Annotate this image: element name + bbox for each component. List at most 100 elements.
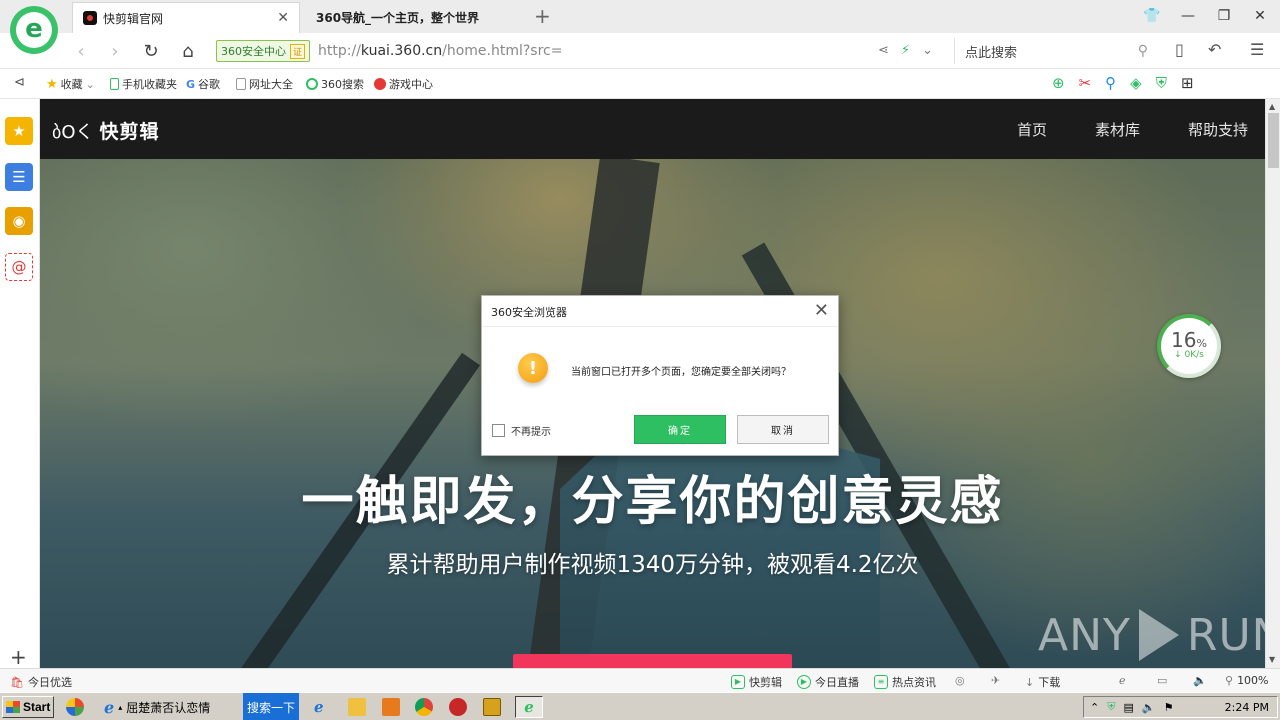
- zoom-icon: ⚲: [1225, 674, 1234, 687]
- tab-close-icon[interactable]: ✕: [277, 10, 289, 26]
- phone-icon: [110, 78, 119, 90]
- scroll-down-icon[interactable]: ▼: [1269, 655, 1275, 664]
- status-kuaijianji[interactable]: ▶ 快剪辑: [731, 674, 782, 690]
- confirm-button[interactable]: 确定: [634, 415, 726, 444]
- minimize-button[interactable]: —: [1170, 4, 1206, 28]
- menu-icon[interactable]: ☰: [1250, 40, 1264, 59]
- zoom-control[interactable]: ⚲ 100%: [1225, 674, 1269, 687]
- bookmark-mobile-favorites[interactable]: 手机收藏夹: [110, 76, 177, 92]
- watermark-right: RUN: [1186, 609, 1265, 661]
- favorites-icon[interactable]: ★: [5, 117, 33, 145]
- nav-material-library[interactable]: 素材库: [1095, 119, 1140, 140]
- colorful-app-icon[interactable]: [66, 698, 84, 716]
- dont-show-again-checkbox[interactable]: 不再提示: [492, 423, 551, 438]
- ie-mode-icon[interactable]: ℯ: [1119, 674, 1126, 687]
- tray-flag-icon[interactable]: ⚑: [1164, 701, 1174, 714]
- email-icon[interactable]: @: [5, 253, 33, 281]
- share-icon[interactable]: ⋖: [878, 43, 889, 58]
- shield-icon[interactable]: ⛨: [1156, 74, 1167, 92]
- restore-button[interactable]: ❐: [1206, 4, 1242, 28]
- chevron-down-icon: ⌄: [85, 77, 95, 91]
- undo-icon[interactable]: ↶: [1208, 40, 1221, 59]
- tab-360-navigation[interactable]: 360导航_一个主页，整个世界: [306, 2, 532, 33]
- lightning-icon[interactable]: ⚡: [901, 43, 910, 58]
- game-icon: [374, 78, 386, 90]
- checkbox-box[interactable]: [492, 424, 505, 437]
- security-badge[interactable]: 360安全中心 证: [216, 40, 311, 62]
- weibo-icon[interactable]: ◉: [5, 207, 33, 235]
- translate-icon[interactable]: ⊕: [1052, 74, 1065, 92]
- pin-icon[interactable]: ✈: [991, 674, 1000, 687]
- browser-titlebar: e 快剪辑官网 ✕ 360导航_一个主页，整个世界 + 👕 — ❐ ✕: [0, 0, 1280, 54]
- tray-shield-icon[interactable]: ⛨: [1107, 700, 1115, 714]
- window-icon[interactable]: ▭: [1157, 674, 1167, 687]
- scissors-icon[interactable]: ✂: [1079, 74, 1092, 92]
- hero-title: 一触即发，分享你的创意灵感: [301, 472, 1004, 532]
- search-icon[interactable]: ⚲: [1138, 43, 1148, 59]
- watermark-left: ANY: [1038, 609, 1131, 661]
- tray-clock[interactable]: 2:24 PM: [1225, 701, 1269, 714]
- downloads[interactable]: ↓ 下载: [1025, 674, 1060, 690]
- sound-icon[interactable]: 🔈: [1193, 674, 1207, 687]
- tab-kuaijianji[interactable]: 快剪辑官网 ✕: [72, 2, 300, 33]
- bookmark-360-search[interactable]: 360搜索: [306, 76, 364, 92]
- checkbox-label: 不再提示: [511, 427, 551, 438]
- media-player-icon[interactable]: [382, 698, 400, 716]
- home-button[interactable]: ⌂: [175, 38, 201, 64]
- ie-quicklaunch-icon[interactable]: ℯ: [314, 698, 332, 716]
- hero-download-button[interactable]: [513, 654, 792, 668]
- taskbar-search-button[interactable]: 搜索一下: [243, 693, 299, 720]
- reload-button[interactable]: ↻: [138, 38, 164, 64]
- bookmark-game-center[interactable]: 游戏中心: [374, 76, 433, 92]
- bookmark-favorites[interactable]: ★ 收藏 ⌄: [46, 76, 95, 92]
- skin-icon[interactable]: 👕: [1134, 4, 1170, 28]
- left-sidebar: ★ ☰ ◉ @ +: [0, 99, 40, 669]
- search-input[interactable]: 点此搜索 ⚲: [954, 38, 1154, 64]
- nav-help-support[interactable]: 帮助支持: [1188, 119, 1248, 140]
- scroll-up-icon[interactable]: ▲: [1269, 102, 1275, 111]
- apps-grid-icon[interactable]: ⊞: [1181, 74, 1194, 92]
- news-icon: ≡: [874, 675, 888, 689]
- cancel-button[interactable]: 取消: [737, 415, 829, 444]
- bookmark-url-directory[interactable]: 网址大全: [236, 76, 293, 92]
- new-tab-button[interactable]: +: [534, 6, 551, 26]
- tray-expand-icon[interactable]: ⌃: [1090, 701, 1099, 714]
- taskbar-ie-window[interactable]: ℯ ▴ 屈楚萧否认恋情: [104, 696, 210, 718]
- chrome-icon[interactable]: [415, 698, 433, 716]
- dialog-close-icon[interactable]: ✕: [814, 300, 829, 321]
- status-hot-news[interactable]: ≡ 热点资讯: [874, 674, 936, 690]
- folder-icon[interactable]: [348, 698, 366, 716]
- scroll-thumb[interactable]: [1268, 113, 1279, 168]
- collapse-sidebar-icon[interactable]: ⊲: [14, 75, 25, 90]
- status-item-label: 热点资讯: [892, 676, 936, 689]
- ie-icon: ℯ: [104, 697, 115, 717]
- 360-browser-task-icon[interactable]: ℯ: [515, 696, 543, 718]
- security-badge-label: 360安全中心: [221, 45, 286, 58]
- reading-list-icon[interactable]: ☰: [5, 163, 33, 191]
- tray-volume-icon[interactable]: 🔈: [1142, 701, 1156, 714]
- gamepad-icon[interactable]: ◈: [1130, 74, 1142, 92]
- url-text[interactable]: http://kuai.360.cn/home.html?src=: [318, 43, 562, 59]
- start-button[interactable]: Start: [2, 696, 54, 718]
- site-logo[interactable]: ბOく 快剪辑: [52, 117, 160, 144]
- tray-network-icon[interactable]: ▤: [1123, 701, 1133, 714]
- close-window-button[interactable]: ✕: [1242, 4, 1278, 28]
- vertical-scrollbar[interactable]: ▲ ▼: [1265, 99, 1280, 668]
- network-speed-widget[interactable]: 16% ↓ 0K/s: [1157, 314, 1221, 378]
- archive-icon[interactable]: [483, 698, 501, 716]
- bookmark-google[interactable]: G 谷歌: [186, 76, 220, 92]
- today-picks[interactable]: 🛍 今日优选: [10, 674, 72, 690]
- mobile-icon[interactable]: ▯: [1175, 40, 1184, 59]
- dialog-message: 当前窗口已打开多个页面，您确定要全部关闭吗？: [571, 367, 791, 378]
- status-live[interactable]: ▶ 今日直播: [797, 674, 859, 690]
- forward-button[interactable]: ›: [102, 38, 128, 64]
- add-sidebar-item-icon[interactable]: +: [10, 645, 27, 669]
- browser-logo-icon[interactable]: e: [10, 6, 58, 54]
- opera-icon[interactable]: [449, 698, 467, 716]
- chevron-down-icon[interactable]: ⌄: [922, 43, 933, 58]
- magnifier-icon[interactable]: ⚲: [1105, 74, 1116, 92]
- address-bar[interactable]: 360安全中心 证 http://kuai.360.cn/home.html?s…: [216, 37, 948, 65]
- nav-home[interactable]: 首页: [1017, 119, 1047, 140]
- speedup-icon[interactable]: ◎: [955, 674, 965, 687]
- back-button[interactable]: ‹: [68, 38, 94, 64]
